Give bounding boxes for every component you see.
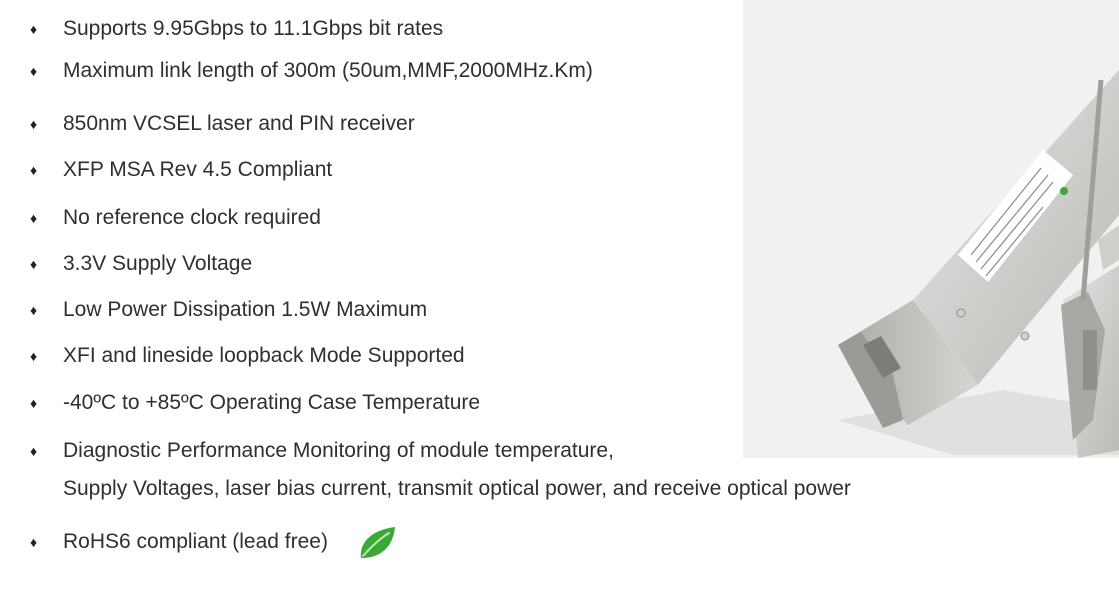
leaf-icon (360, 527, 395, 558)
bullet-icon: ♦ (30, 256, 38, 272)
product-features-page: ♦ Supports 9.95Gbps to 11.1Gbps bit rate… (0, 0, 1119, 592)
bullet-icon: ♦ (30, 116, 38, 132)
product-photo (743, 0, 1119, 458)
xfp-module-illustration (838, 70, 1119, 458)
bullet-icon: ♦ (30, 162, 38, 178)
feature-text: -40ºC to +85ºC Operating Case Temperatur… (63, 391, 481, 414)
bullet-icon: ♦ (30, 443, 38, 459)
feature-text: No reference clock required (63, 206, 321, 229)
feature-text: 3.3V Supply Voltage (63, 252, 253, 275)
bullet-icon: ♦ (30, 348, 38, 364)
bullet-icon: ♦ (30, 302, 38, 318)
feature-text: Low Power Dissipation 1.5W Maximum (63, 298, 428, 321)
bullet-icon: ♦ (30, 534, 38, 550)
feature-text: 850nm VCSEL laser and PIN receiver (63, 112, 415, 135)
bullet-icon: ♦ (30, 395, 38, 411)
bullet-icon: ♦ (30, 63, 38, 79)
feature-text: RoHS6 compliant (lead free) (63, 530, 328, 553)
feature-text: XFP MSA Rev 4.5 Compliant (63, 158, 333, 181)
bullet-icon: ♦ (30, 21, 38, 37)
feature-text: Diagnostic Performance Monitoring of mod… (63, 439, 614, 462)
feature-text-continuation: Supply Voltages, laser bias current, tra… (63, 477, 851, 500)
bullet-icon: ♦ (30, 210, 38, 226)
feature-text: XFI and lineside loopback Mode Supported (63, 344, 465, 367)
feature-text: Supports 9.95Gbps to 11.1Gbps bit rates (63, 17, 444, 40)
feature-text: Maximum link length of 300m (50um,MMF,20… (63, 59, 593, 82)
